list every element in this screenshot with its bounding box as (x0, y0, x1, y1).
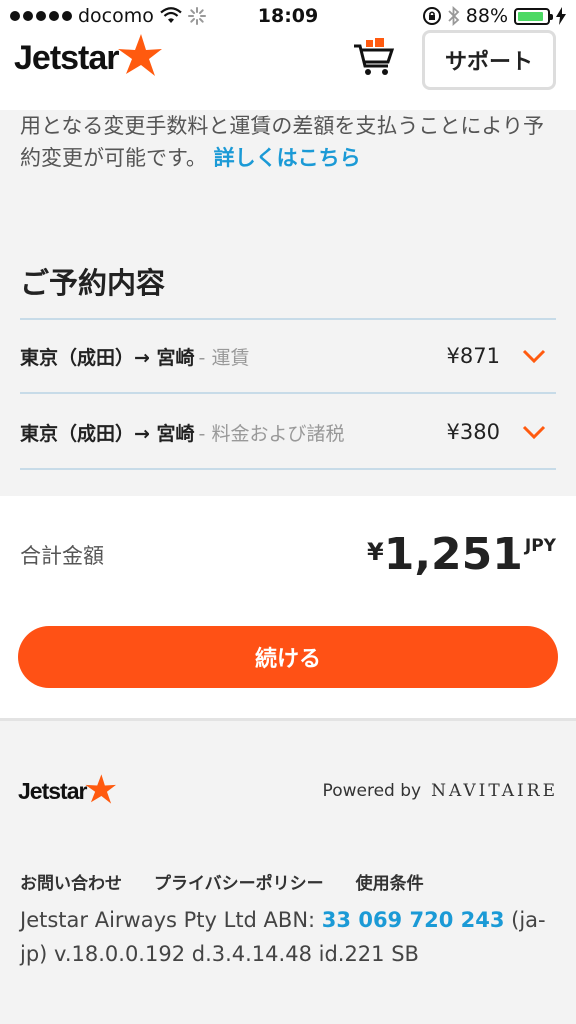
booking-title: ご予約内容 (20, 266, 166, 300)
cart-icon[interactable] (352, 38, 396, 78)
charging-icon (556, 7, 566, 25)
battery-icon (514, 7, 553, 25)
footer: Jetstar Powered by NAVITAIRE お問い合わせ プライバ… (0, 718, 576, 1024)
booking-details-section: 用となる変更手数料と運賃の差額を支払うことにより予約変更が可能です。 詳しくはこ… (0, 110, 576, 496)
chevron-down-icon[interactable] (522, 348, 546, 364)
route-label: 東京（成田）→ 宮崎 (20, 346, 195, 369)
footer-links: お問い合わせ プライバシーポリシー 使用条件 (20, 869, 424, 894)
footer-jetstar-logo[interactable]: Jetstar (18, 774, 117, 805)
powered-by: Powered by NAVITAIRE (322, 781, 558, 801)
continue-button[interactable]: 続ける (18, 626, 558, 688)
total-value: 1,251 (383, 529, 523, 580)
jetstar-logo[interactable]: Jetstar (14, 34, 163, 78)
total-label: 合計金額 (20, 544, 104, 568)
abn-link[interactable]: 33 069 720 243 (322, 908, 505, 932)
footer-link-terms[interactable]: 使用条件 (356, 869, 424, 894)
change-policy-text: 用となる変更手数料と運賃の差額を支払うことにより予約変更が可能です。 詳しくはこ… (20, 114, 544, 170)
bluetooth-icon (448, 6, 460, 26)
route-label: 東京（成田）→ 宮崎 (20, 422, 195, 445)
company-info: Jetstar Airways Pty Ltd ABN: 33 069 720 … (20, 908, 546, 966)
support-button[interactable]: サポート (422, 30, 556, 90)
chevron-down-icon[interactable] (522, 424, 546, 440)
fare-type-label: - 運賃 (198, 346, 250, 369)
app-header: Jetstar サポート (0, 30, 576, 110)
details-link[interactable]: 詳しくはこちら (214, 146, 361, 170)
star-icon (117, 34, 162, 76)
status-bar: docomo 18:09 88% (0, 0, 576, 34)
star-icon (85, 774, 117, 804)
fare-type-label: - 料金および諸税 (198, 422, 345, 445)
battery-percent: 88% (465, 5, 508, 27)
currency-code: JPY (524, 536, 556, 556)
fare-row[interactable]: 東京（成田）→ 宮崎 - 運賃 ¥871 (20, 320, 556, 394)
fare-price: ¥871 (446, 344, 500, 368)
fees-price: ¥380 (446, 420, 500, 444)
total-amount: ¥ 1,251 JPY (367, 529, 556, 580)
footer-link-contact[interactable]: お問い合わせ (20, 869, 122, 894)
navitaire-logo: NAVITAIRE (431, 781, 558, 801)
lock-rotation-icon (422, 7, 441, 25)
fees-row[interactable]: 東京（成田）→ 宮崎 - 料金および諸税 ¥380 (20, 396, 556, 470)
footer-link-privacy[interactable]: プライバシーポリシー (154, 869, 324, 894)
total-section: 合計金額 ¥ 1,251 JPY 続ける (0, 496, 576, 718)
